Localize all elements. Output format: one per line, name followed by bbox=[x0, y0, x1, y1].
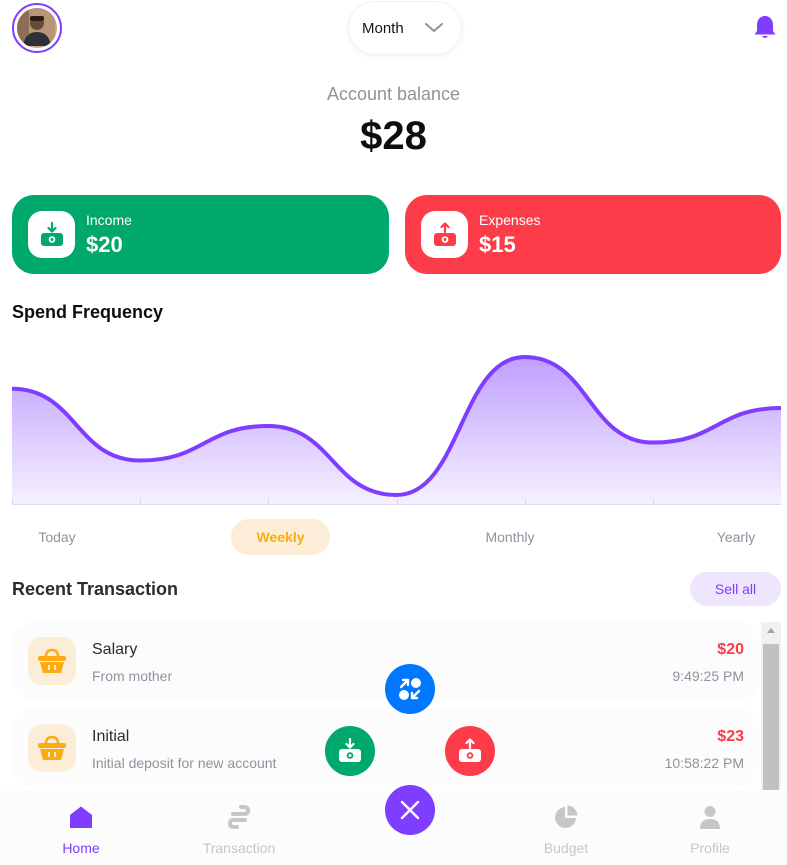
transaction-description: From mother bbox=[92, 668, 173, 684]
transaction-scrollbar[interactable] bbox=[761, 622, 781, 790]
nav-label-home: Home bbox=[62, 840, 100, 856]
nav-item-profile[interactable]: Profile bbox=[660, 791, 760, 865]
income-icon bbox=[28, 211, 75, 258]
avatar[interactable] bbox=[12, 3, 62, 53]
nav-label-budget: Budget bbox=[543, 840, 589, 856]
recent-transaction-title: Recent Transaction bbox=[12, 579, 179, 599]
tab-monthly[interactable]: Monthly bbox=[465, 519, 555, 555]
scroll-up-arrow-icon[interactable] bbox=[761, 626, 781, 638]
tab-weekly[interactable]: Weekly bbox=[231, 519, 330, 555]
transaction-title: Salary bbox=[92, 641, 138, 658]
income-icon bbox=[339, 738, 361, 762]
transfer-button[interactable] bbox=[385, 664, 435, 714]
income-title: Income bbox=[86, 212, 132, 228]
income-card[interactable]: Income $20 bbox=[12, 195, 389, 274]
see-all-button[interactable]: Sell all bbox=[690, 572, 781, 606]
user-icon bbox=[700, 806, 720, 829]
scrollbar-thumb[interactable] bbox=[763, 644, 779, 790]
bell-icon[interactable] bbox=[753, 14, 777, 40]
nav-label-profile: Profile bbox=[690, 840, 730, 856]
transaction-time: 10:58:22 PM bbox=[664, 755, 744, 771]
transaction-title: Initial bbox=[92, 728, 130, 745]
shopping-basket-icon bbox=[28, 637, 76, 685]
close-icon bbox=[400, 800, 420, 820]
nav-label-transaction: Transaction bbox=[202, 840, 276, 856]
home-icon bbox=[70, 806, 92, 828]
month-select[interactable]: Month bbox=[348, 1, 462, 55]
chart-area-fill bbox=[12, 357, 781, 505]
expenses-value: $15 bbox=[479, 232, 516, 257]
account-balance-label: Account balance bbox=[326, 84, 461, 104]
chevron-down-icon bbox=[424, 23, 443, 32]
spend-frequency-chart bbox=[12, 354, 781, 505]
nav-item-home[interactable]: Home bbox=[31, 791, 131, 865]
shopping-basket-icon bbox=[28, 724, 76, 772]
transfer-icon bbox=[399, 678, 421, 700]
close-fab-button[interactable] bbox=[385, 785, 435, 835]
expense-icon bbox=[459, 738, 481, 762]
nav-item-transaction[interactable]: Transaction bbox=[189, 791, 289, 865]
expense-icon bbox=[421, 211, 468, 258]
transaction-icon bbox=[227, 805, 251, 829]
account-balance-value: $28 bbox=[360, 114, 427, 158]
avatar-image bbox=[17, 8, 57, 48]
transaction-description: Initial deposit for new account bbox=[92, 755, 277, 771]
expenses-card[interactable]: Expenses $15 bbox=[405, 195, 781, 274]
transaction-amount: $20 bbox=[717, 641, 744, 658]
period-tabs: Today Weekly Monthly Yearly bbox=[12, 519, 781, 555]
transaction-amount: $23 bbox=[717, 728, 744, 745]
tab-today[interactable]: Today bbox=[12, 519, 102, 555]
income-value: $20 bbox=[86, 232, 123, 257]
add-expense-button[interactable] bbox=[445, 726, 495, 776]
transaction-time: 9:49:25 PM bbox=[672, 668, 744, 684]
spend-frequency-title: Spend Frequency bbox=[12, 302, 164, 322]
tab-yearly[interactable]: Yearly bbox=[691, 519, 781, 555]
transaction-row[interactable]: Initial Initial deposit for new account … bbox=[12, 709, 760, 787]
pie-chart-icon bbox=[555, 805, 578, 828]
expenses-title: Expenses bbox=[479, 212, 541, 228]
add-income-button[interactable] bbox=[325, 726, 375, 776]
month-select-label: Month bbox=[362, 19, 404, 37]
nav-item-budget[interactable]: Budget bbox=[516, 791, 616, 865]
